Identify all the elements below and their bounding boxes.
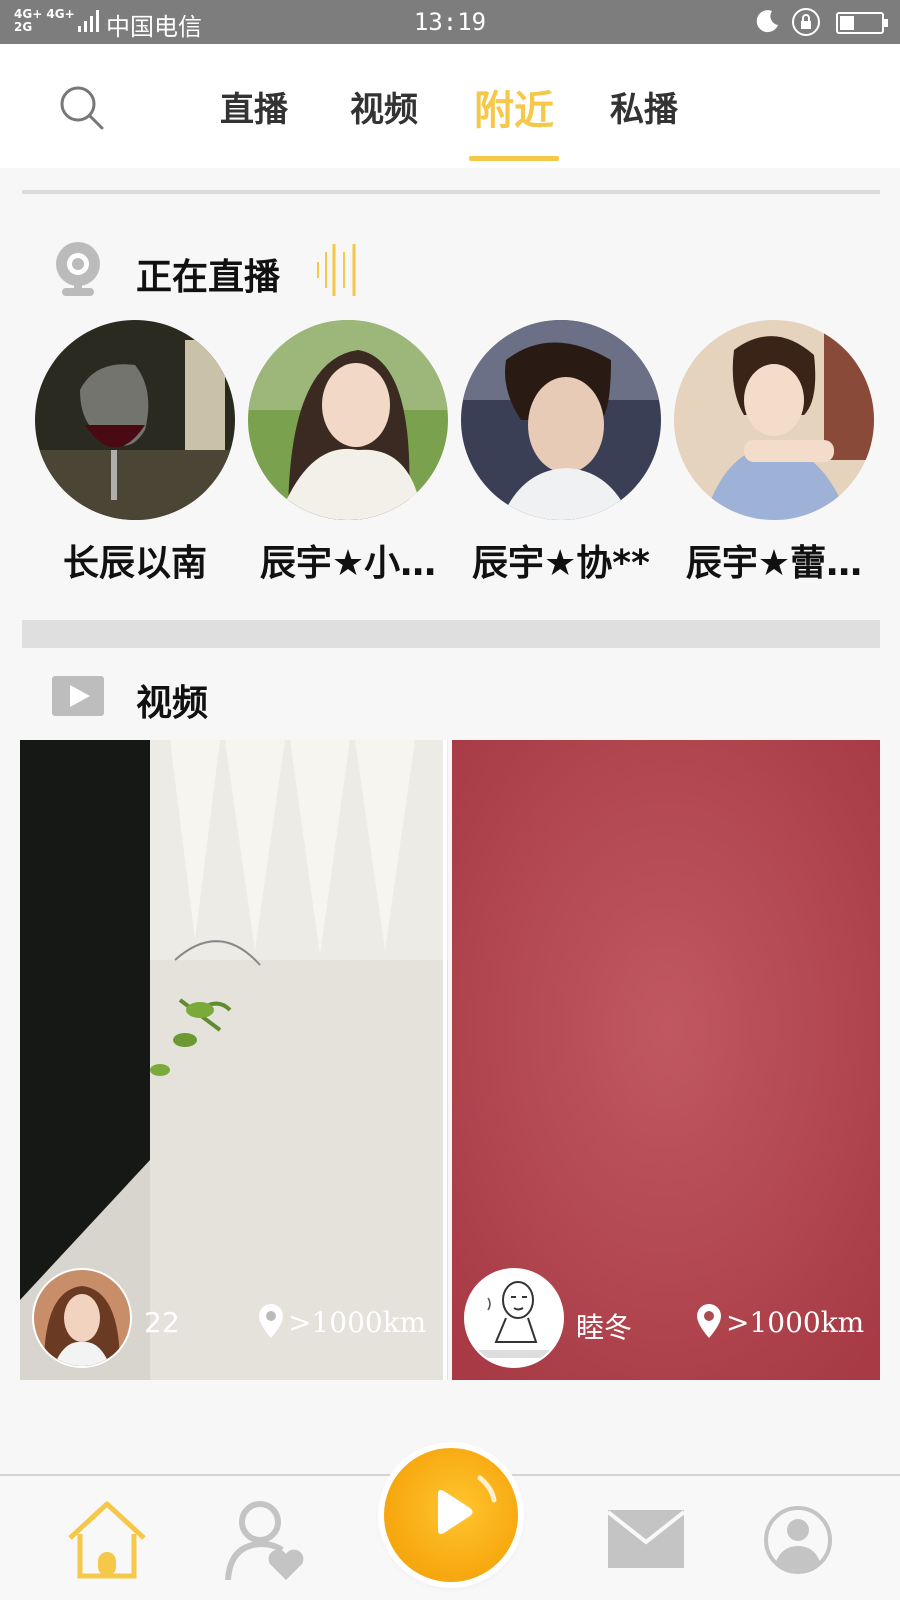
avatar[interactable] [674,320,874,520]
home-icon[interactable] [62,1498,152,1582]
divider [22,190,880,194]
video-section-title: 视频 [136,683,209,724]
mail-icon[interactable] [602,1498,692,1582]
live-name: 长辰以南 [62,543,207,584]
active-tab-indicator [469,156,559,161]
avatar[interactable] [464,1268,564,1368]
top-nav: 直播 视频 附近 私播 [0,44,900,168]
live-name: 辰宇★小… [259,543,437,584]
video-username: 睦冬 [576,1311,633,1344]
friends-icon[interactable] [222,1498,312,1582]
rotation-lock-icon [792,8,820,36]
live-item[interactable]: 辰宇★蕾… [674,320,874,586]
video-username: 22 [144,1306,180,1339]
tab-nearby[interactable]: 附近 [466,78,562,136]
live-section-title: 正在直播 [136,257,281,298]
battery-icon [836,12,888,34]
live-item[interactable]: 长辰以南 [35,320,235,586]
video-icon [52,676,104,716]
video-card[interactable]: 睦冬 >1000km [452,740,880,1380]
live-name: 辰宇★协** [472,543,650,584]
tab-live[interactable]: 直播 [206,82,302,131]
section-divider [22,620,880,648]
status-bar: 4G+ 4G+ 2G 中国电信 13:19 [0,0,900,44]
avatar[interactable] [461,320,661,520]
profile-icon[interactable] [754,1498,844,1582]
avatar[interactable] [248,320,448,520]
video-card[interactable]: 22 >1000km [20,740,448,1380]
play-icon [438,1475,497,1534]
moon-icon [756,10,778,33]
webcam-icon [56,242,100,296]
location-pin-icon [259,1304,283,1338]
live-item[interactable]: 辰宇★小… [248,320,448,586]
tab-private[interactable]: 私播 [596,82,692,131]
live-name: 辰宇★蕾… [685,543,863,584]
avatar[interactable] [35,320,235,520]
tab-video[interactable]: 视频 [336,82,432,131]
live-item[interactable]: 辰宇★协** [461,320,661,586]
live-wave-icon [317,244,356,296]
play-button[interactable] [384,1448,518,1582]
video-distance: >1000km [726,1306,865,1339]
video-distance: >1000km [288,1306,427,1339]
location-pin-icon [697,1304,721,1338]
search-icon[interactable] [58,84,106,132]
avatar[interactable] [32,1268,132,1368]
